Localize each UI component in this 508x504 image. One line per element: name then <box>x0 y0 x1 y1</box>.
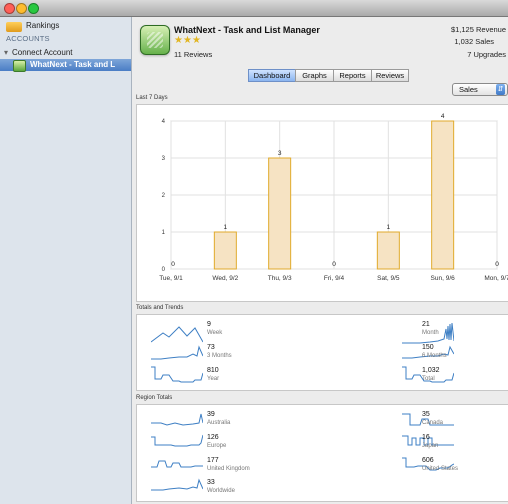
chart-bar <box>431 120 455 270</box>
x-tick-label: Sun, 9/6 <box>431 275 456 282</box>
region-totals-title: Region Totals <box>136 395 173 401</box>
metric-select-value: Sales <box>459 85 478 94</box>
tab-reviews[interactable]: Reviews <box>371 69 409 82</box>
app-icon-detail <box>147 32 163 48</box>
app-title: WhatNext - Task and List Manager <box>174 25 320 35</box>
app-window: Rankings ACCOUNTS ▾ Connect Account What… <box>0 0 508 504</box>
total-6-months-value: 150 <box>422 344 434 351</box>
region-japan-value: 16 <box>422 434 430 441</box>
y-tick-label: 2 <box>162 193 166 199</box>
minimize-window-icon[interactable] <box>16 3 27 14</box>
tab-graphs[interactable]: Graphs <box>295 69 334 82</box>
reviews-count: 11 Reviews <box>174 50 213 59</box>
region-japan-label: Japan <box>422 443 439 449</box>
region-panel: 39 Australia 126 Europe 177 United Kingd… <box>136 404 508 502</box>
last-7-days-title: Last 7 Days <box>136 95 168 101</box>
region-worldwide-value: 33 <box>207 479 215 486</box>
bar-value-label: 1 <box>224 224 228 231</box>
total-month-label: Month <box>422 330 439 336</box>
bar-value-label: 3 <box>278 150 282 157</box>
tab-reports[interactable]: Reports <box>333 69 372 82</box>
spark-week <box>150 321 204 345</box>
whatnext-app-icon <box>13 60 26 72</box>
chart-panel: 0 1 2 3 4 0 Tue, 9/1 1 Wed, 9/2 3 Thu, 9/3 0 Fri, 9/… <box>136 104 508 302</box>
y-tick-label: 4 <box>162 119 166 125</box>
total-total-label: Total <box>422 376 435 382</box>
total-3-months-value: 73 <box>207 344 215 351</box>
main-content: WhatNext - Task and List Manager ★ ★ ★ 1… <box>132 17 508 504</box>
sidebar-section-accounts: ACCOUNTS <box>6 34 50 43</box>
total-week-label: Week <box>207 330 223 336</box>
star-icon: ★ <box>192 35 201 46</box>
spark-europe <box>151 433 204 451</box>
app-large-icon <box>140 25 170 55</box>
y-tick-label: 0 <box>162 267 166 273</box>
bar-value-label: 4 <box>441 113 445 120</box>
revenue-summary: $1,125 Revenue <box>450 25 506 34</box>
spark-3-months <box>151 344 204 362</box>
total-3-months-label: 3 Months <box>207 353 232 359</box>
upgrades-summary: 7 Upgrades <box>467 50 506 59</box>
spark-year <box>151 365 204 385</box>
x-tick-label: Thu, 9/3 <box>268 275 292 282</box>
x-tick-label: Fri, 9/4 <box>324 275 345 282</box>
y-tick-label: 1 <box>162 230 166 236</box>
zoom-window-icon[interactable] <box>28 3 39 14</box>
spark-australia <box>151 411 204 429</box>
bar-value-label: 1 <box>387 224 391 231</box>
total-week-value: 9 <box>207 321 211 328</box>
region-canada-value: 35 <box>422 411 430 418</box>
bar-chart: 0 1 2 3 4 0 Tue, 9/1 1 Wed, 9/2 3 Thu, 9/3 0 Fri, 9/… <box>159 113 508 282</box>
x-tick-label: Wed, 9/2 <box>212 275 238 282</box>
total-month-value: 21 <box>422 321 430 328</box>
x-tick-label: Sat, 9/5 <box>377 275 400 282</box>
region-europe-label: Europe <box>207 443 227 449</box>
bar-value-label: 0 <box>495 261 499 268</box>
region-canada-label: Canada <box>422 420 444 426</box>
region-us-value: 606 <box>422 457 434 464</box>
disclosure-triangle-icon[interactable]: ▾ <box>4 48 8 57</box>
sidebar-item-connect-account[interactable]: Connect Account <box>12 48 72 57</box>
sidebar-item-rankings[interactable]: Rankings <box>26 21 59 30</box>
total-total-value: 1,032 <box>422 367 440 374</box>
star-icon: ★ <box>183 35 192 46</box>
dropdown-arrows-icon: ⇵ <box>496 84 505 95</box>
rating-stars: ★ ★ ★ <box>174 35 208 47</box>
bar-value-label: 0 <box>332 261 336 268</box>
spark-united-kingdom <box>151 455 203 473</box>
close-window-icon[interactable] <box>4 3 15 14</box>
star-icon: ★ <box>174 35 183 46</box>
total-year-label: Year <box>207 376 220 382</box>
totals-panel: 9 Week 73 3 Months 810 Year 21 Month 150… <box>136 314 508 391</box>
sidebar-item-whatnext[interactable]: WhatNext - Task and L <box>30 60 115 69</box>
spark-worldwide <box>151 477 204 495</box>
tab-dashboard[interactable]: Dashboard <box>248 69 296 82</box>
region-europe-value: 126 <box>207 434 219 441</box>
total-6-months-label: 6 Months <box>422 353 447 359</box>
region-australia-value: 39 <box>207 411 215 418</box>
region-uk-value: 177 <box>207 457 219 464</box>
region-worldwide-label: Worldwide <box>207 488 235 494</box>
x-tick-label: Mon, 9/7 <box>484 275 508 282</box>
sidebar: Rankings ACCOUNTS ▾ Connect Account What… <box>0 17 132 504</box>
region-uk-label: United Kingdom <box>207 466 250 472</box>
region-australia-label: Australia <box>207 420 231 426</box>
total-year-value: 810 <box>207 367 219 374</box>
metric-select[interactable]: Sales ⇵ <box>452 83 508 96</box>
chart-bar <box>213 231 237 270</box>
bar-value-label: 0 <box>171 261 175 268</box>
x-tick-label: Tue, 9/1 <box>159 275 183 282</box>
title-bar <box>0 0 508 17</box>
totals-and-trends-title: Totals and Trends <box>136 305 184 311</box>
chart-bar <box>376 231 400 270</box>
region-us-label: United States <box>422 466 459 472</box>
chart-bar <box>268 157 292 270</box>
y-tick-label: 3 <box>162 156 166 162</box>
rankings-icon <box>6 22 22 32</box>
sales-summary: 1,032 Sales <box>454 37 494 46</box>
